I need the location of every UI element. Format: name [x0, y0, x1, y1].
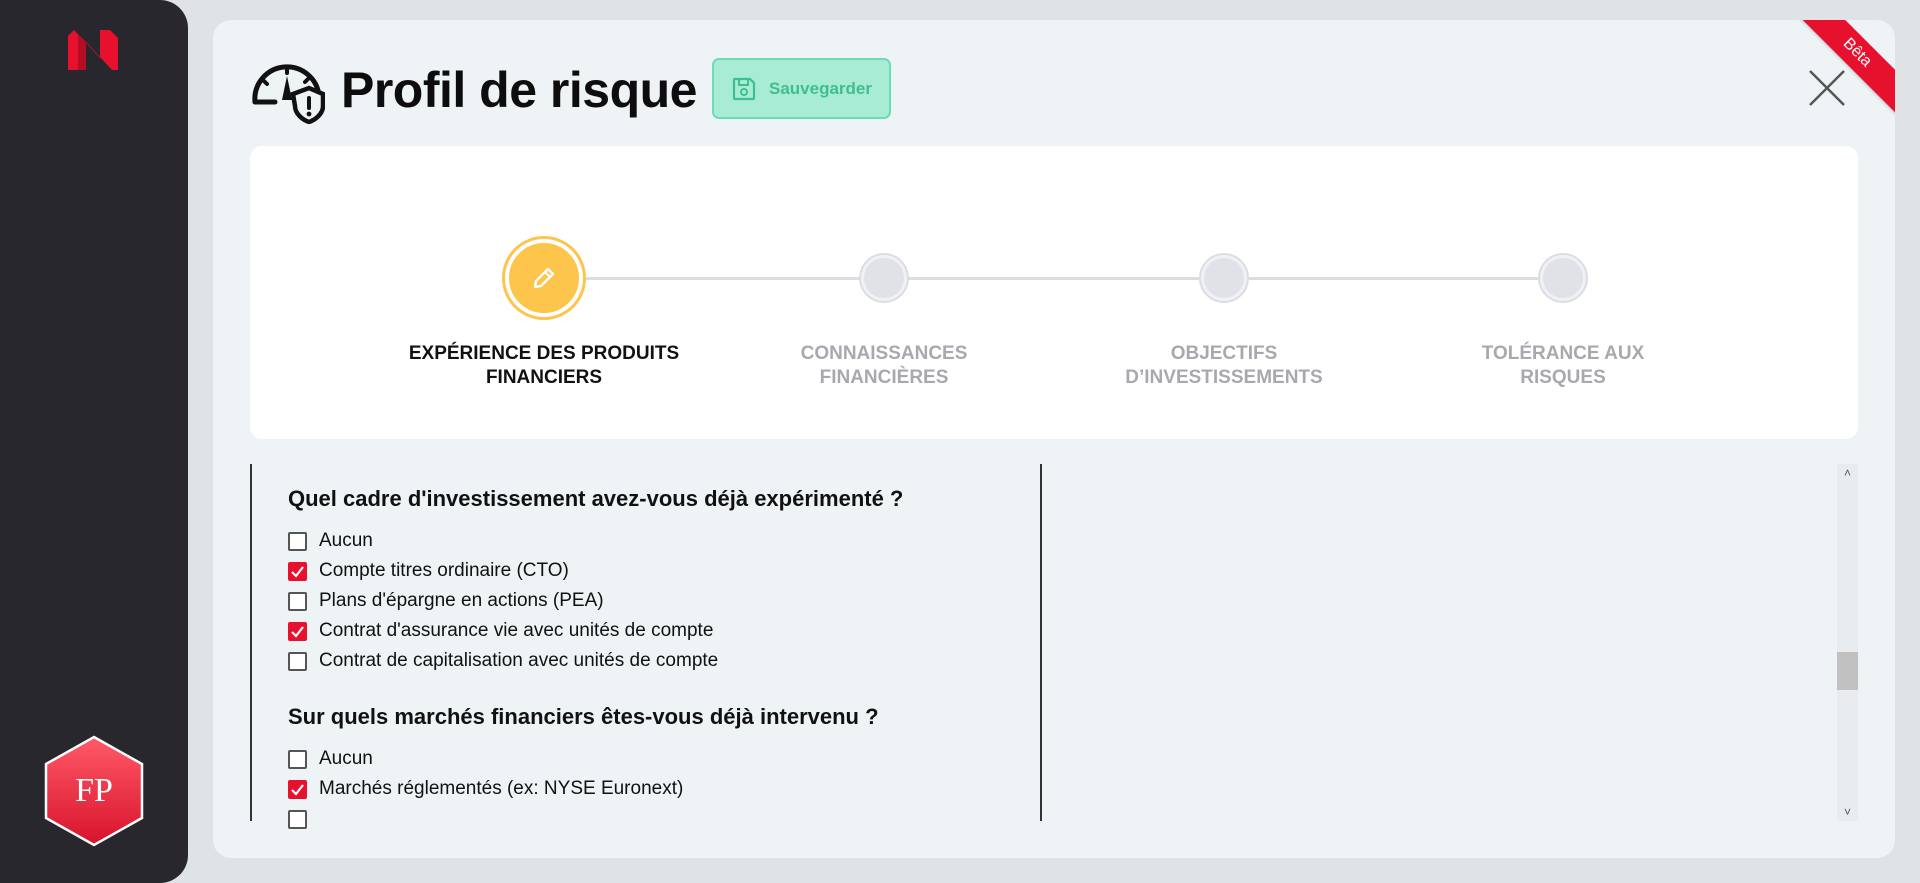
option-label: Contrat d'assurance vie avec unités de c…: [319, 620, 714, 641]
scrollbar-thumb[interactable]: [1837, 652, 1858, 690]
avatar-initials: FP: [75, 772, 113, 809]
step-3-label[interactable]: OBJECTIFS D’INVESTISSEMENTS: [1074, 342, 1374, 390]
option-cto[interactable]: Compte titres ordinaire (CTO): [288, 556, 1028, 586]
option-label: Marchés réglementés (ex: NYSE Euronext): [319, 778, 684, 799]
floppy-disk-icon: [732, 77, 756, 100]
step-3-label-line1: OBJECTIFS: [1170, 343, 1278, 364]
save-button-label: Sauvegarder: [769, 78, 872, 98]
step-2-label[interactable]: CONNAISSANCES FINANCIÈRES: [734, 342, 1034, 390]
step-4-label-line2: RISQUES: [1520, 367, 1606, 388]
question-title: Sur quels marchés financiers êtes-vous d…: [288, 704, 879, 729]
checkmark-icon: [291, 625, 304, 638]
step-3-indicator[interactable]: [1201, 255, 1247, 301]
column-divider-middle: [1040, 464, 1042, 821]
scroll-down-icon[interactable]: ˅: [1837, 803, 1858, 821]
checkmark-icon: [291, 783, 304, 796]
stepper-track: [544, 277, 1557, 280]
brand-logo-icon[interactable]: [66, 28, 120, 72]
option-pea[interactable]: Plans d'épargne en actions (PEA): [288, 586, 1028, 616]
column-divider-left: [250, 464, 252, 821]
checkbox[interactable]: [288, 531, 307, 551]
option-label: Compte titres ordinaire (CTO): [319, 560, 569, 581]
checkmark-icon: [291, 565, 304, 578]
step-1-label-line2: FINANCIERS: [485, 367, 603, 388]
step-1-label-line1: EXPÉRIENCE DES PRODUITS: [408, 343, 680, 364]
option-label: Aucun: [319, 530, 373, 551]
option-label: Aucun: [319, 748, 373, 769]
option-label: Plans d'épargne en actions (PEA): [319, 590, 604, 611]
close-icon[interactable]: [1807, 68, 1847, 108]
sidebar: FP: [0, 0, 188, 883]
option-capitalisation[interactable]: Contrat de capitalisation avec unités de…: [288, 646, 1028, 676]
option-aucun[interactable]: Aucun: [288, 526, 1028, 556]
option-partially-visible[interactable]: [288, 804, 1028, 834]
step-1-label[interactable]: EXPÉRIENCE DES PRODUITS FINANCIERS: [394, 342, 694, 390]
checkbox-checked[interactable]: [288, 621, 307, 641]
scroll-up-icon[interactable]: ˄: [1837, 464, 1858, 482]
step-4-label[interactable]: TOLÉRANCE AUX RISQUES: [1413, 342, 1713, 390]
checkbox-checked[interactable]: [288, 561, 307, 581]
checkbox[interactable]: [288, 591, 307, 611]
question-investment-frameworks: Quel cadre d'investissement avez-vous dé…: [288, 486, 1028, 676]
step-3-label-line2: D’INVESTISSEMENTS: [1125, 367, 1323, 388]
option-aucun[interactable]: Aucun: [288, 744, 1028, 774]
option-label: Contrat de capitalisation avec unités de…: [319, 650, 719, 671]
step-1-indicator[interactable]: [505, 239, 583, 317]
risk-profile-panel: Bêta Profil de risque Sauvegarder EXPÉRI…: [213, 20, 1895, 858]
checkbox[interactable]: [288, 809, 307, 829]
pencil-icon: [533, 267, 555, 289]
checkbox[interactable]: [288, 749, 307, 769]
scrollbar[interactable]: ˄ ˅: [1837, 464, 1858, 821]
step-4-indicator[interactable]: [1540, 255, 1586, 301]
page-title: Profil de risque: [341, 62, 697, 118]
step-4-label-line1: TOLÉRANCE AUX: [1481, 343, 1645, 364]
step-2-indicator[interactable]: [861, 255, 907, 301]
stepper: EXPÉRIENCE DES PRODUITS FINANCIERS CONNA…: [250, 146, 1858, 439]
step-2-label-line1: CONNAISSANCES: [800, 343, 968, 364]
questionnaire-area: Quel cadre d'investissement avez-vous dé…: [250, 464, 1858, 841]
checkbox[interactable]: [288, 651, 307, 671]
option-marches-reglementes[interactable]: Marchés réglementés (ex: NYSE Euronext): [288, 774, 1028, 804]
question-list: Quel cadre d'investissement avez-vous dé…: [288, 486, 1028, 841]
option-assurance-vie[interactable]: Contrat d'assurance vie avec unités de c…: [288, 616, 1028, 646]
gauge-shield-icon: [252, 64, 325, 124]
question-title: Quel cadre d'investissement avez-vous dé…: [288, 486, 904, 511]
checkbox-checked[interactable]: [288, 779, 307, 799]
save-button[interactable]: Sauvegarder: [712, 58, 891, 119]
question-financial-markets: Sur quels marchés financiers êtes-vous d…: [288, 704, 1028, 834]
step-2-label-line2: FINANCIÈRES: [819, 367, 949, 388]
